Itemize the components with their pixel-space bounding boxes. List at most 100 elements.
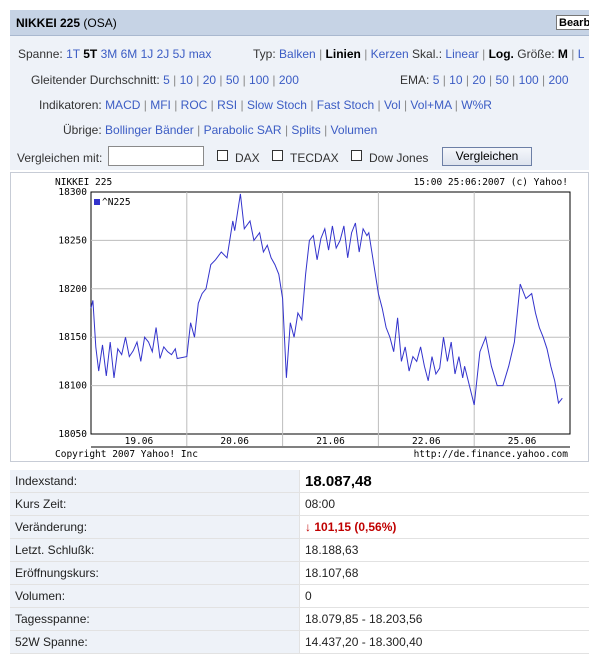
moving-average-option-5[interactable]: 5 (163, 73, 170, 87)
ema-option-50[interactable]: 50 (495, 73, 508, 87)
scale-label: Skal.: (412, 47, 442, 61)
legend-swatch (94, 199, 100, 205)
other-label: Übrige: (63, 123, 102, 137)
type-option-kerzen[interactable]: Kerzen (371, 47, 409, 61)
moving-average-option-20[interactable]: 20 (203, 73, 216, 87)
quote-stats-table: Indexstand: 18.087,48 Kurs Zeit: 08:00 Verän… (10, 470, 589, 654)
span-option-5t[interactable]: 5T (83, 47, 97, 61)
indicator-option-slow-stoch[interactable]: Slow Stoch (247, 98, 307, 112)
span-option-3m[interactable]: 3M (101, 47, 118, 61)
separator: | (207, 98, 217, 112)
dax-checkbox[interactable] (217, 150, 228, 161)
separator: | (269, 73, 279, 87)
stats-value-text: 18.188,63 (305, 543, 358, 557)
stats-value-text: 08:00 (305, 497, 335, 511)
edit-button[interactable]: Bearbeiten (556, 15, 589, 30)
moving-average-option-100[interactable]: 100 (249, 73, 269, 87)
ema-option-10[interactable]: 10 (449, 73, 462, 87)
x-tick-label: 20.06 (220, 436, 249, 447)
indicator-option-fast-stoch[interactable]: Fast Stoch (317, 98, 374, 112)
separator: | (140, 98, 150, 112)
stats-label: Tagesspanne: (10, 608, 300, 631)
size-label: Größe: (517, 47, 554, 61)
stats-row: Indexstand: 18.087,48 (10, 470, 589, 493)
span-row: Spanne: 1T 5T 3M 6M 1J 2J 5J max (18, 47, 211, 61)
separator: | (194, 123, 204, 137)
overlay-option-parabolic-sar[interactable]: Parabolic SAR (204, 123, 282, 137)
chart-timestamp: 15:00 25:06:2007 (c) Yahoo! (414, 177, 568, 188)
compare-button[interactable]: Vergleichen (442, 147, 532, 166)
ema-label: EMA: (400, 73, 429, 87)
chart-panel: NIKKEI 22515:00 25:06:2007 (c) Yahoo!180… (10, 172, 589, 462)
stats-value: 18.107,68 (300, 562, 589, 585)
span-option-1t[interactable]: 1T (66, 47, 80, 61)
type-label: Typ: (253, 47, 276, 61)
y-tick-label: 18300 (58, 187, 87, 198)
dow-jones-checkbox[interactable] (351, 150, 362, 161)
stats-row: Kurs Zeit: 08:00 (10, 493, 589, 516)
dow-jones-checkbox-label: Dow Jones (369, 151, 428, 165)
y-tick-label: 18050 (58, 429, 87, 440)
separator: | (439, 73, 449, 87)
scale-option-log-[interactable]: Log. (489, 47, 514, 61)
compare-input[interactable] (108, 146, 204, 166)
stats-value: 0 (300, 585, 589, 608)
span-option-5j[interactable]: 5J (173, 47, 186, 61)
span-option-max[interactable]: max (189, 47, 212, 61)
scale-option-linear[interactable]: Linear (445, 47, 478, 61)
indicator-option-vol[interactable]: Vol (384, 98, 401, 112)
separator: | (237, 98, 247, 112)
quote-title-bar: NIKKEI 225 (OSA) Bearbeiten (10, 10, 589, 36)
indicator-option-w%r[interactable]: W%R (461, 98, 492, 112)
size-option-next[interactable]: L (578, 47, 585, 61)
stats-value-text: 18.087,48 (305, 473, 372, 490)
separator: | (316, 47, 326, 61)
overlay-option-volumen[interactable]: Volumen (331, 123, 378, 137)
stats-value: 08:00 (300, 493, 589, 516)
stats-label: Volumen: (10, 585, 300, 608)
stats-label: Veränderung: (10, 516, 300, 539)
span-option-6m[interactable]: 6M (121, 47, 138, 61)
nikkei-line-chart: NIKKEI 22515:00 25:06:2007 (c) Yahoo!180… (11, 173, 588, 461)
stats-value-text: 101,15 (0,56%) (314, 520, 396, 534)
size-option-selected[interactable]: M (558, 47, 568, 61)
span-label: Spanne: (18, 47, 63, 61)
ema-row: EMA: 5 | 10 | 20 | 50 | 100 | 200 (400, 73, 569, 87)
x-tick-label: 25.06 (508, 436, 537, 447)
indicator-option-roc[interactable]: ROC (181, 98, 208, 112)
overlay-option-bollinger-b-nder[interactable]: Bollinger Bänder (105, 123, 194, 137)
separator: | (486, 73, 496, 87)
stats-label: Kurs Zeit: (10, 493, 300, 516)
stats-value-text: 14.437,20 - 18.300,40 (305, 635, 422, 649)
stats-value-text: 0 (305, 589, 312, 603)
indicators-label: Indikatoren: (39, 98, 102, 112)
moving-average-option-50[interactable]: 50 (226, 73, 239, 87)
indicator-option-mfi[interactable]: MFI (150, 98, 171, 112)
separator: | (463, 73, 473, 87)
type-option-linien[interactable]: Linien (326, 47, 361, 61)
moving-average-option-200[interactable]: 200 (279, 73, 299, 87)
stats-value: 18.188,63 (300, 539, 589, 562)
span-option-1j[interactable]: 1J (141, 47, 154, 61)
ema-option-20[interactable]: 20 (472, 73, 485, 87)
ema-option-200[interactable]: 200 (548, 73, 568, 87)
ema-option-100[interactable]: 100 (519, 73, 539, 87)
compare-label: Vergleichen mit: (17, 151, 102, 165)
indicators-row: Indikatoren: MACD | MFI | ROC | RSI | Sl… (39, 98, 492, 112)
overlay-option-splits[interactable]: Splits (291, 123, 320, 137)
stats-label: Indexstand: (10, 470, 300, 493)
moving-average-option-10[interactable]: 10 (180, 73, 193, 87)
quote-title: NIKKEI 225 (OSA) (16, 16, 117, 30)
indicator-option-rsi[interactable]: RSI (217, 98, 237, 112)
type-option-balken[interactable]: Balken (279, 47, 316, 61)
x-tick-label: 19.06 (125, 436, 154, 447)
stats-label: Eröffnungskurs: (10, 562, 300, 585)
y-tick-label: 18200 (58, 284, 87, 295)
chart-copyright: Copyright 2007 Yahoo! Inc (55, 449, 198, 460)
span-option-2j[interactable]: 2J (157, 47, 170, 61)
separator: | (239, 73, 249, 87)
indicator-option-macd[interactable]: MACD (105, 98, 140, 112)
indicator-option-vol-ma[interactable]: Vol+MA (410, 98, 451, 112)
y-tick-label: 18100 (58, 381, 87, 392)
tecdax-checkbox[interactable] (272, 150, 283, 161)
